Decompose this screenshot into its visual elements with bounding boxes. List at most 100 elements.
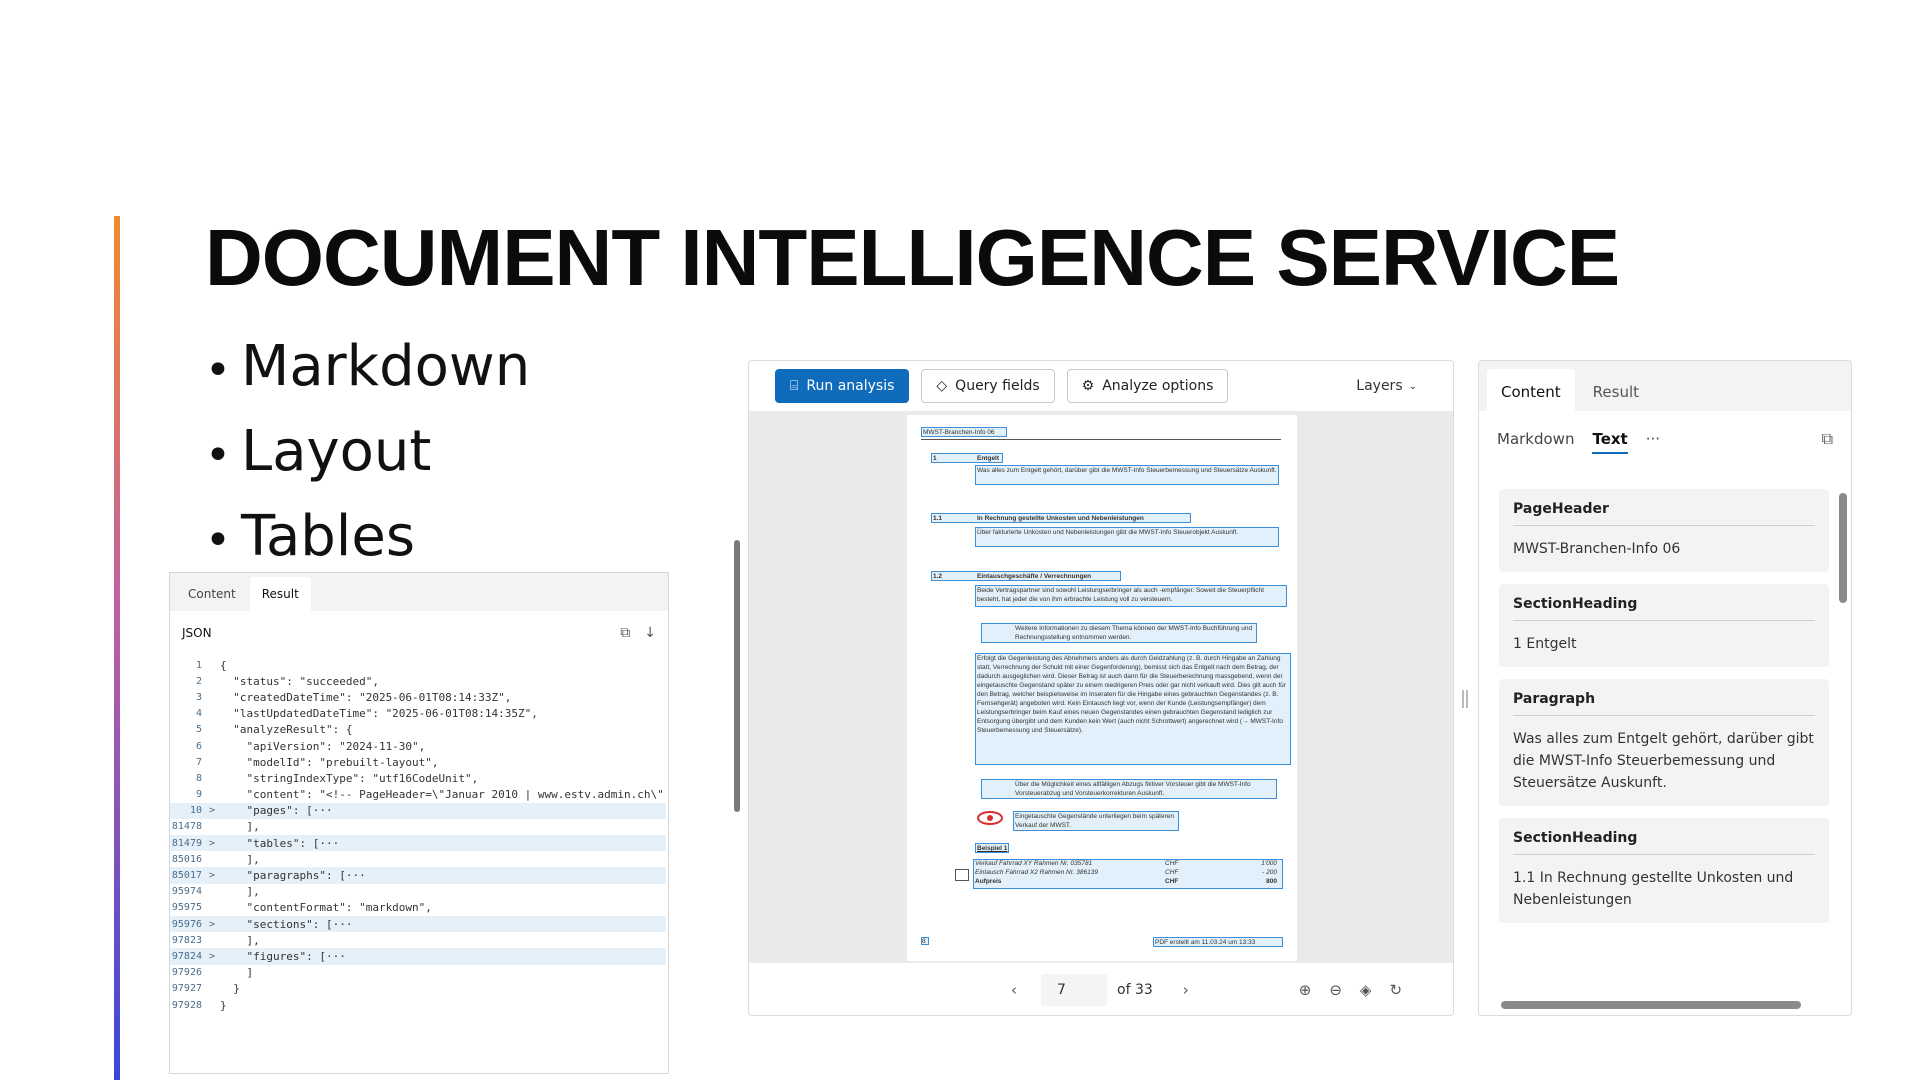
prev-page-icon[interactable]: ‹ xyxy=(1011,981,1017,999)
paragraph-card[interactable]: PageHeader MWST-Branchen-Info 06 xyxy=(1499,489,1829,572)
vertical-scrollbar[interactable] xyxy=(1839,493,1847,603)
code-line: 7 "modelId": "prebuilt-layout", xyxy=(170,754,666,770)
code-text: "content": "<!-- PageHeader=\"Januar 201… xyxy=(220,788,664,802)
code-text: "contentFormat": "markdown", xyxy=(220,901,432,915)
bullet-item: • Layout xyxy=(205,419,432,484)
doc-h12-num: 1.2 xyxy=(933,573,943,580)
subtab-text[interactable]: Text xyxy=(1592,430,1628,454)
scan-icon: ⌸ xyxy=(790,378,799,394)
zoom-out-icon[interactable]: ⊖ xyxy=(1329,981,1342,999)
line-number: 85017 xyxy=(171,870,202,882)
json-code-view[interactable]: 1 {2 "status": "succeeded", 3 "createdDate… xyxy=(170,657,666,1013)
code-line: 95975 "contentFormat": "markdown", xyxy=(170,900,666,916)
page-number-input[interactable]: 7 xyxy=(1041,974,1107,1006)
line-number: 97823 xyxy=(171,934,202,946)
download-icon[interactable]: ↓ xyxy=(644,625,656,641)
code-text: { xyxy=(220,658,227,672)
tab-result[interactable]: Result xyxy=(249,577,311,611)
doc-note2: Über die Möglichkeit eines allfälligen A… xyxy=(1015,781,1251,797)
copy-icon[interactable]: ⧉ xyxy=(1822,429,1833,449)
code-text: ], xyxy=(220,885,260,899)
tab-result[interactable]: Result xyxy=(1579,369,1653,411)
code-text: "paragraphs": [··· xyxy=(220,869,366,883)
code-text: ], xyxy=(220,820,260,834)
panel-resize-handle[interactable] xyxy=(1462,690,1468,708)
code-line: 6 "apiVersion": "2024-11-30", xyxy=(170,738,666,754)
slide-title: DOCUMENT INTELLIGENCE SERVICE xyxy=(205,213,1620,302)
doc-rule xyxy=(921,439,1281,440)
line-number: 9 xyxy=(195,789,202,801)
code-line: 97927 } xyxy=(170,981,666,997)
doc-table-cell: CHF xyxy=(1165,878,1179,885)
chevron-right-icon[interactable]: > xyxy=(204,838,220,849)
paragraph-text: Was alles zum Entgelt gehört, darüber gi… xyxy=(1513,731,1814,791)
code-line: 81478 ], xyxy=(170,819,666,835)
line-number: 85016 xyxy=(171,853,202,865)
analyze-options-button[interactable]: ⚙ Analyze options xyxy=(1066,369,1229,403)
doc-table-row: Eintausch Fahrrad X2 Rahmen Nr. 386139 CH… xyxy=(975,869,1281,878)
line-number: 95975 xyxy=(171,902,202,914)
line-number: 2 xyxy=(195,675,202,687)
code-line: 81479 > "tables": [··· xyxy=(170,835,666,852)
code-line: 85016 ], xyxy=(170,851,666,867)
paragraph-text: MWST-Branchen-Info 06 xyxy=(1513,541,1681,557)
tab-content[interactable]: Content xyxy=(1487,369,1575,411)
chevron-right-icon[interactable]: > xyxy=(204,870,220,881)
line-number: 4 xyxy=(195,708,202,720)
doc-note1: Weitere Informationen zu diesem Thema kö… xyxy=(1015,625,1253,641)
code-text: "status": "succeeded", xyxy=(220,674,379,688)
paragraph-card[interactable]: SectionHeading 1 Entgelt xyxy=(1499,584,1829,667)
code-text: "modelId": "prebuilt-layout", xyxy=(220,755,439,769)
line-number: 3 xyxy=(195,691,202,703)
code-line: 97824 > "figures": [··· xyxy=(170,948,666,965)
code-line: 97926 ] xyxy=(170,965,666,981)
copy-icon[interactable]: ⧉ xyxy=(620,625,630,641)
code-text: ], xyxy=(220,852,260,866)
line-number: 1 xyxy=(195,659,202,671)
layers-dropdown[interactable]: Layers ⌄ xyxy=(1356,378,1417,394)
code-line: 95974 ], xyxy=(170,884,666,900)
doc-table-cell: 800 xyxy=(1266,878,1277,885)
code-line: 95976 > "sections": [··· xyxy=(170,916,666,933)
bullet-item: • Tables xyxy=(205,504,415,569)
query-fields-button[interactable]: ◇ Query fields xyxy=(921,369,1055,403)
doc-footer-left: 8 xyxy=(922,938,926,945)
table-icon xyxy=(955,869,969,881)
chevron-right-icon[interactable]: > xyxy=(204,805,220,816)
code-line: 97928} xyxy=(170,997,666,1013)
doc-long-paragraph: Erfolgt die Gegenleistung des Abnehmers … xyxy=(977,655,1286,734)
viewer-scrollbar[interactable] xyxy=(734,540,740,812)
rotate-icon[interactable]: ↻ xyxy=(1389,981,1402,999)
code-text: "lastUpdatedDateTime": "2025-06-01T08:14… xyxy=(220,707,538,721)
doc-p12: Beide Vertragspartner sind sowohl Leistu… xyxy=(977,587,1264,603)
paragraph-text: 1 Entgelt xyxy=(1513,636,1577,652)
document-page: MWST-Branchen-Info 06 1 Entgelt Was alle… xyxy=(907,415,1297,961)
zoom-in-icon[interactable]: ⊕ xyxy=(1299,981,1312,999)
run-analysis-button[interactable]: ⌸ Run analysis xyxy=(775,369,910,403)
next-page-icon[interactable]: › xyxy=(1183,981,1189,999)
sliders-icon: ⚙ xyxy=(1081,378,1095,394)
content-panel: Content Result Markdown Text ··· ⧉ PageH… xyxy=(1478,360,1852,1016)
paragraph-card[interactable]: SectionHeading 1.1 In Rechnung gestellte … xyxy=(1499,818,1829,923)
subtab-markdown[interactable]: Markdown xyxy=(1497,430,1574,448)
fit-page-icon[interactable]: ◈ xyxy=(1360,981,1372,999)
code-line: 10 > "pages": [··· xyxy=(170,802,666,819)
code-text: "createdDateTime": "2025-06-01T08:14:33Z… xyxy=(220,690,512,704)
chevron-right-icon[interactable]: > xyxy=(204,951,220,962)
chevron-down-icon: ⌄ xyxy=(1408,380,1417,392)
paragraph-card[interactable]: Paragraph Was alles zum Entgelt gehört, d… xyxy=(1499,679,1829,806)
horizontal-scrollbar[interactable] xyxy=(1501,1001,1801,1009)
doc-p11: Über fakturierte Unkosten und Nebenleist… xyxy=(977,529,1239,536)
line-number: 97926 xyxy=(171,967,202,979)
doc-table-row: Aufpreis CHF 800 xyxy=(975,878,1281,887)
code-text: } xyxy=(220,998,227,1012)
doc-h11-num: 1.1 xyxy=(933,515,943,522)
doc-table-cell: Eintausch Fahrrad X2 Rahmen Nr. 386139 xyxy=(975,869,1098,876)
line-number: 97824 xyxy=(171,950,202,962)
chevron-right-icon[interactable]: > xyxy=(204,919,220,930)
doc-example: Beispiel 1 xyxy=(977,845,1008,852)
viewer-footer: ‹ 7 of 33 › ⊕ ⊖ ◈ ↻ xyxy=(749,963,1453,1015)
json-header: JSON ⧉ ↓ xyxy=(170,611,668,655)
tab-content[interactable]: Content xyxy=(176,577,248,611)
more-options-icon[interactable]: ··· xyxy=(1646,430,1660,448)
